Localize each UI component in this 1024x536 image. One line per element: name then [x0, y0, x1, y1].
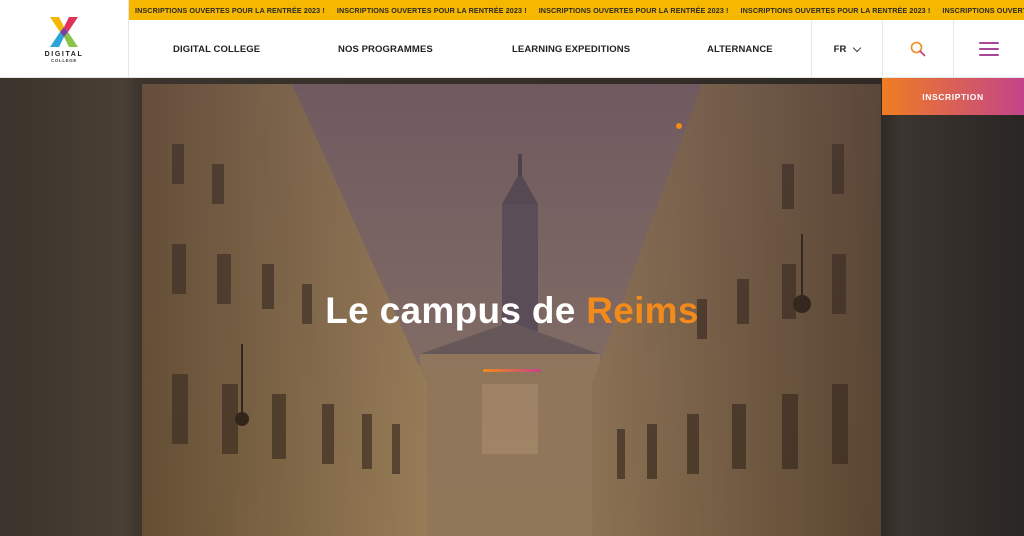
logo[interactable]: DIGITAL COLLEGE [0, 0, 129, 78]
hamburger-menu-icon [979, 42, 999, 56]
ticker-item: INSCRIPTIONS OUVERTES POUR LA RENTRÉE 20… [336, 5, 527, 15]
ticker-item: INSCRIPTIONS OUVERTES POUR LA RENTRÉE 20… [942, 5, 1024, 15]
ticker-item: INSCRIPTIONS OUVERTES POUR LA RENTRÉE 20… [135, 5, 325, 15]
hero-title: Le campus de Reims [0, 290, 1024, 332]
logo-subtext: COLLEGE [51, 57, 77, 63]
chevron-down-icon [853, 43, 862, 52]
hero-title-accent: Reims [586, 290, 699, 331]
menu-button[interactable] [953, 20, 1024, 78]
ticker-item: INSCRIPTIONS OUVERTES POUR LA RENTRÉE 20… [538, 5, 729, 15]
search-button[interactable] [882, 20, 953, 78]
nav-item-digital-college[interactable]: DIGITAL COLLEGE [173, 20, 260, 78]
inscription-button[interactable]: INSCRIPTION [882, 78, 1024, 115]
nav-item-learning-expeditions[interactable]: LEARNING EXPEDITIONS [512, 20, 630, 78]
language-label: FR [833, 43, 847, 55]
nav-item-nos-programmes[interactable]: NOS PROGRAMMES [338, 20, 433, 78]
nav-item-alternance[interactable]: ALTERNANCE [707, 20, 773, 78]
language-selector[interactable]: FR [811, 20, 882, 78]
hero-title-prefix: Le campus de [325, 290, 587, 331]
logo-text: DIGITAL [44, 50, 84, 58]
hero-section: Le campus de Reims [0, 78, 1024, 536]
decorative-dot [676, 123, 682, 129]
search-icon [910, 41, 926, 57]
announcement-ticker: INSCRIPTIONS OUVERTES POUR LA RENTRÉE 20… [129, 0, 1024, 20]
main-nav: DIGITAL COLLEGE NOS PROGRAMMES LEARNING … [129, 20, 1024, 78]
logo-mark-icon [50, 16, 78, 47]
ticker-item: INSCRIPTIONS OUVERTES POUR LA RENTRÉE 20… [740, 5, 931, 15]
hero-divider [483, 369, 541, 372]
